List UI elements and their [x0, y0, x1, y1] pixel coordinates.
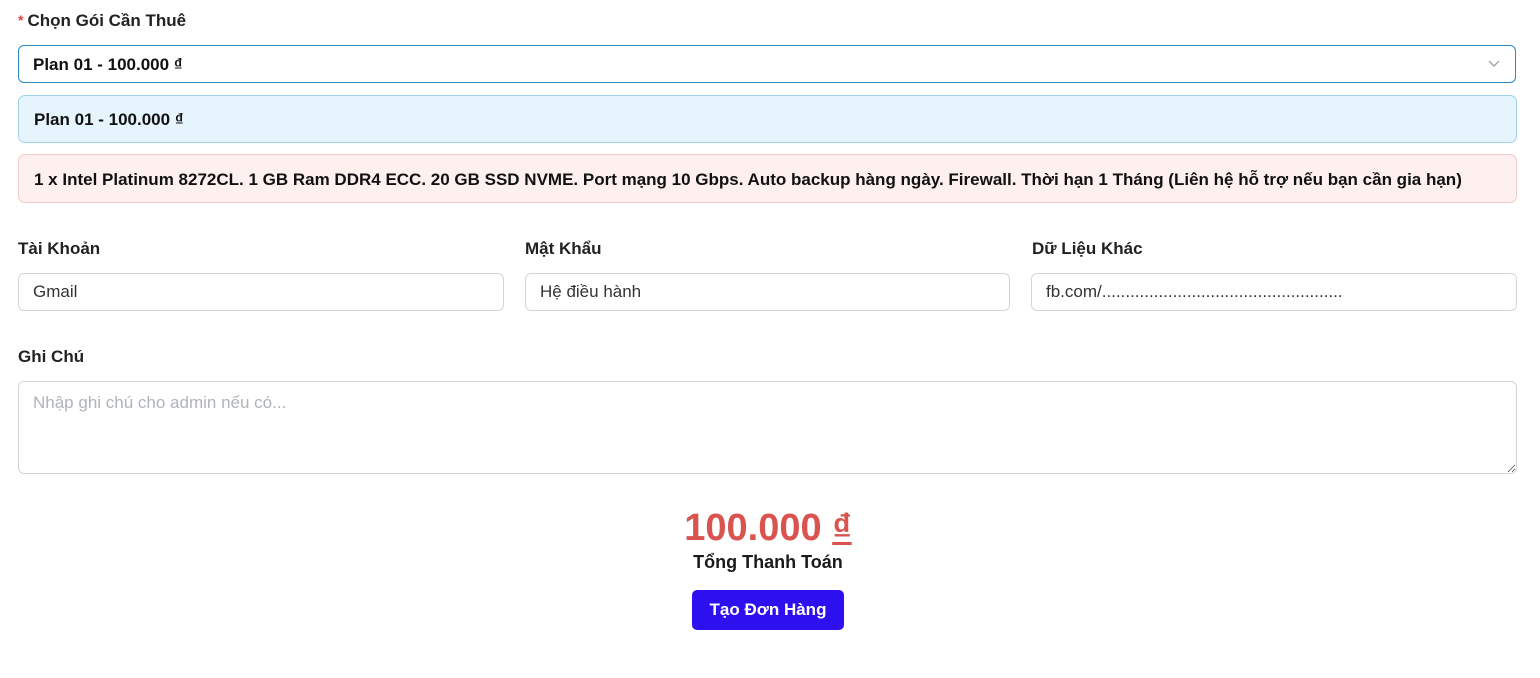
plan-description-box: 1 x Intel Platinum 8272CL. 1 GB Ram DDR4…: [18, 154, 1517, 203]
password-input[interactable]: [525, 273, 1010, 311]
currency-symbol: ₫: [832, 507, 852, 549]
create-order-button[interactable]: Tạo Đơn Hàng: [692, 590, 844, 630]
note-textarea[interactable]: [18, 381, 1517, 474]
plan-description-text: 1 x Intel Platinum 8272CL. 1 GB Ram DDR4…: [34, 170, 1462, 189]
chevron-down-icon[interactable]: [1487, 56, 1501, 70]
plan-select[interactable]: Plan 01 - 100.000 ₫: [18, 45, 1516, 83]
total-amount: 100.000 ₫: [0, 506, 1536, 550]
plan-label-text: Chọn Gói Cần Thuê: [27, 11, 187, 30]
password-label: Mật Khẩu: [525, 239, 602, 258]
plan-select-value: Plan 01 - 100.000 ₫: [33, 55, 183, 74]
note-label: Ghi Chú: [18, 347, 85, 366]
total-label: Tổng Thanh Toán: [693, 552, 843, 572]
account-label: Tài Khoản: [18, 239, 101, 258]
other-data-input[interactable]: [1031, 273, 1517, 311]
plan-info-title: Plan 01 - 100.000 ₫: [34, 110, 184, 129]
total-amount-value: 100.000: [684, 507, 822, 549]
required-mark: *: [18, 12, 24, 28]
plan-info-box: Plan 01 - 100.000 ₫: [18, 95, 1517, 143]
plan-label: * Chọn Gói Cần Thuê: [18, 11, 186, 31]
other-data-label: Dữ Liệu Khác: [1032, 239, 1143, 258]
account-input[interactable]: [18, 273, 504, 311]
